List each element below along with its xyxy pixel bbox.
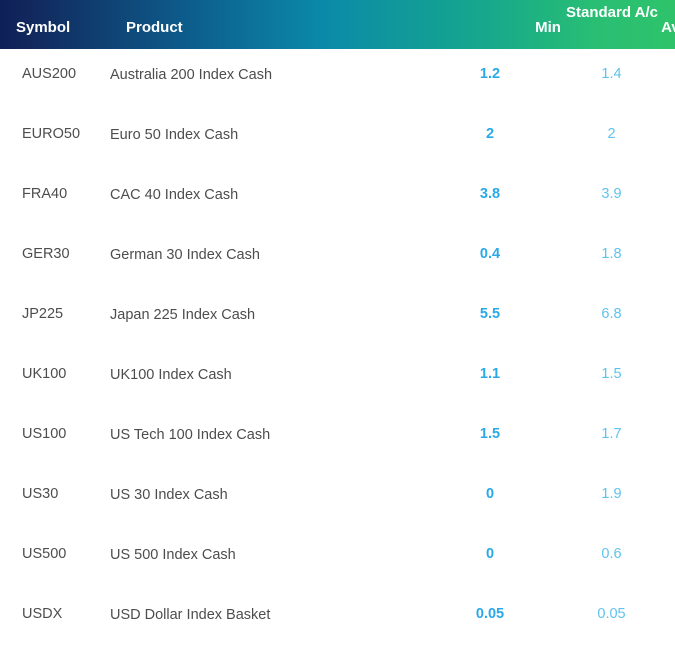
column-header-symbol[interactable]: Symbol (0, 0, 110, 49)
cell-product: German 30 Index Cash (110, 229, 432, 289)
column-header-avg-label: Avg (612, 19, 675, 36)
cell-symbol: US30 (0, 469, 110, 529)
table-header-row: Symbol Product Standard A/c Min Avg (0, 0, 675, 49)
cell-symbol: EURO50 (0, 109, 110, 169)
cell-product: Australia 200 Index Cash (110, 49, 432, 109)
cell-product: Euro 50 Index Cash (110, 109, 432, 169)
table-row[interactable]: GER30German 30 Index Cash0.41.8 (0, 229, 675, 289)
cell-symbol: US500 (0, 529, 110, 589)
cell-avg-value: 1.4 (548, 49, 675, 109)
cell-symbol: FRA40 (0, 169, 110, 229)
column-header-symbol-label: Symbol (16, 19, 70, 36)
cell-product: CAC 40 Index Cash (110, 169, 432, 229)
cell-symbol: GER30 (0, 229, 110, 289)
cell-min-value: 0.05 (432, 589, 548, 649)
cell-min-value: 1.5 (432, 409, 548, 469)
column-header-avg[interactable]: Avg (548, 0, 675, 49)
column-header-product[interactable]: Product (110, 0, 432, 49)
table-row[interactable]: US100US Tech 100 Index Cash1.51.7 (0, 409, 675, 469)
cell-min-value: 0 (432, 529, 548, 589)
table-row[interactable]: UK100UK100 Index Cash1.11.5 (0, 349, 675, 409)
cell-product: US 500 Index Cash (110, 529, 432, 589)
cell-symbol: AUS200 (0, 49, 110, 109)
cell-avg-value: 0.05 (548, 589, 675, 649)
cell-avg-value: 1.5 (548, 349, 675, 409)
table-row[interactable]: JP225Japan 225 Index Cash5.56.8 (0, 289, 675, 349)
cell-symbol: USDX (0, 589, 110, 649)
cell-avg-value: 1.7 (548, 409, 675, 469)
table-row[interactable]: EURO50Euro 50 Index Cash22 (0, 109, 675, 169)
cell-min-value: 2 (432, 109, 548, 169)
cell-min-value: 3.8 (432, 169, 548, 229)
column-header-product-label: Product (126, 19, 183, 36)
cell-min-value: 5.5 (432, 289, 548, 349)
table-row[interactable]: FRA40CAC 40 Index Cash3.83.9 (0, 169, 675, 229)
cell-product: Japan 225 Index Cash (110, 289, 432, 349)
cell-avg-value: 6.8 (548, 289, 675, 349)
cell-min-value: 1.1 (432, 349, 548, 409)
cell-min-value: 0 (432, 469, 548, 529)
cell-product: US Tech 100 Index Cash (110, 409, 432, 469)
column-header-min[interactable]: Standard A/c Min (432, 0, 548, 49)
cell-product: USD Dollar Index Basket (110, 589, 432, 649)
table-header: Symbol Product Standard A/c Min Avg (0, 0, 675, 49)
table-row[interactable]: USDXUSD Dollar Index Basket0.050.05 (0, 589, 675, 649)
cell-symbol: US100 (0, 409, 110, 469)
table-row[interactable]: US500US 500 Index Cash00.6 (0, 529, 675, 589)
table-row[interactable]: AUS200Australia 200 Index Cash1.21.4 (0, 49, 675, 109)
spreads-table: Symbol Product Standard A/c Min Avg AU (0, 0, 675, 649)
cell-avg-value: 1.8 (548, 229, 675, 289)
table-row[interactable]: US30US 30 Index Cash01.9 (0, 469, 675, 529)
cell-min-value: 1.2 (432, 49, 548, 109)
cell-avg-value: 1.9 (548, 469, 675, 529)
cell-avg-value: 0.6 (548, 529, 675, 589)
cell-avg-value: 2 (548, 109, 675, 169)
cell-symbol: JP225 (0, 289, 110, 349)
cell-min-value: 0.4 (432, 229, 548, 289)
cell-avg-value: 3.9 (548, 169, 675, 229)
cell-symbol: UK100 (0, 349, 110, 409)
cell-product: US 30 Index Cash (110, 469, 432, 529)
table-body: AUS200Australia 200 Index Cash1.21.4EURO… (0, 49, 675, 649)
cell-product: UK100 Index Cash (110, 349, 432, 409)
